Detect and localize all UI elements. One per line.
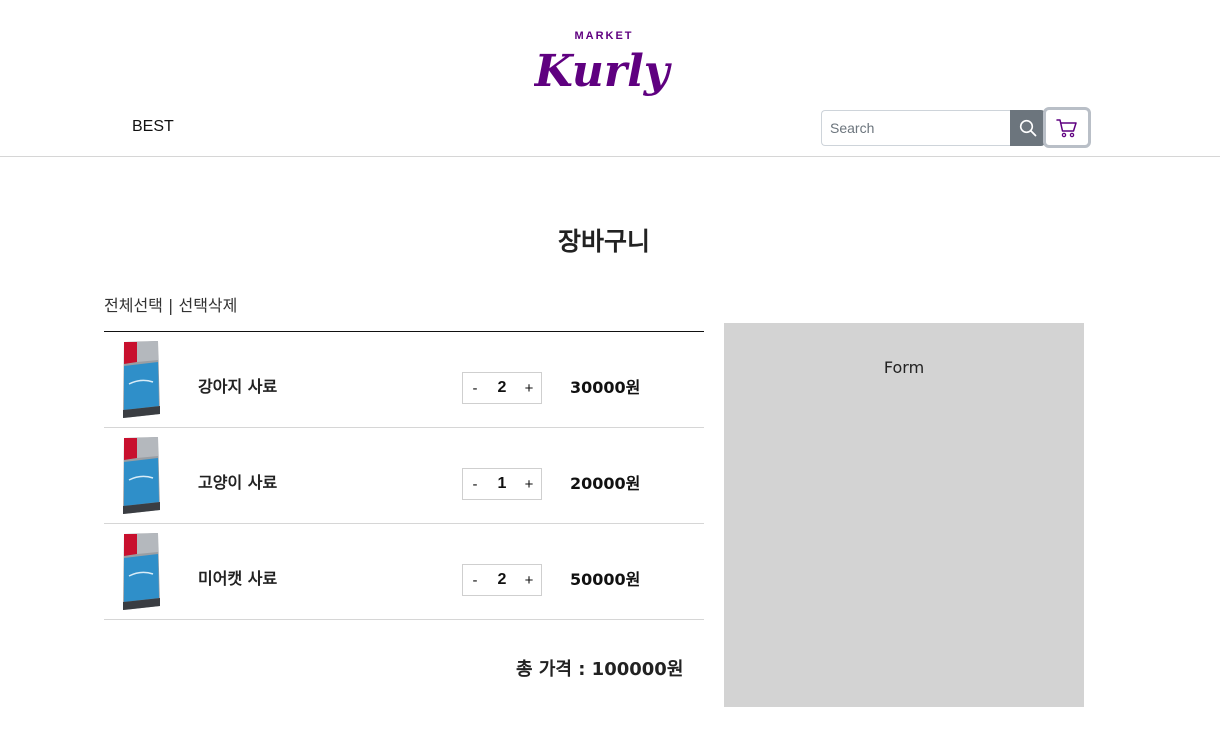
increase-quantity-button[interactable]: + xyxy=(517,469,541,499)
page-title: 장바구니 xyxy=(557,227,650,256)
delete-selected-button[interactable]: 선택삭제 xyxy=(178,296,237,315)
quantity-stepper: - 2 + xyxy=(462,372,542,404)
quantity-value: 2 xyxy=(497,571,507,588)
product-image xyxy=(121,436,161,516)
select-all-button[interactable]: 전체선택 xyxy=(104,296,163,315)
search-input[interactable] xyxy=(821,110,1010,146)
quantity-stepper: - 1 + xyxy=(462,468,542,500)
increase-quantity-button[interactable]: + xyxy=(517,373,541,403)
cart-button[interactable] xyxy=(1043,107,1091,148)
nav-best-link[interactable]: BEST xyxy=(132,118,174,136)
product-image xyxy=(121,340,161,420)
search-bar xyxy=(821,110,1045,146)
quantity-stepper: - 2 + xyxy=(462,564,542,596)
product-price: 50000원 xyxy=(570,570,641,589)
search-icon xyxy=(1019,119,1036,137)
search-button[interactable] xyxy=(1010,110,1045,146)
increase-quantity-button[interactable]: + xyxy=(517,565,541,595)
selection-actions: 전체선택 | 선택삭제 xyxy=(104,292,237,316)
quantity-value: 2 xyxy=(497,379,507,396)
form-label: Form xyxy=(883,358,925,377)
separator: | xyxy=(167,296,174,315)
decrease-quantity-button[interactable]: - xyxy=(463,373,487,403)
product-price: 20000원 xyxy=(570,474,641,493)
site-header: MARKET Kurly BEST xyxy=(0,0,1220,157)
quantity-value: 1 xyxy=(497,475,507,492)
cart-item: 미어캣 사료 - 2 + 50000원 xyxy=(104,524,704,620)
order-form-panel: Form xyxy=(724,323,1084,707)
cart-item-list: 강아지 사료 - 2 + 30000원 고양이 사료 - 1 + 20000원 xyxy=(104,331,704,620)
product-price: 30000원 xyxy=(570,378,641,397)
total-price: 총 가격 : 100000원 xyxy=(516,659,684,680)
svg-text:MARKET: MARKET xyxy=(574,30,633,42)
svg-text:Kurly: Kurly xyxy=(534,46,673,97)
cart-icon xyxy=(1056,118,1077,137)
decrease-quantity-button[interactable]: - xyxy=(463,469,487,499)
cart-item: 고양이 사료 - 1 + 20000원 xyxy=(104,428,704,524)
product-name: 강아지 사료 xyxy=(198,377,278,396)
cart-item: 강아지 사료 - 2 + 30000원 xyxy=(104,332,704,428)
product-name: 고양이 사료 xyxy=(198,473,278,492)
market-kurly-logo[interactable]: MARKET Kurly xyxy=(534,24,674,104)
product-name: 미어캣 사료 xyxy=(198,569,278,588)
product-image xyxy=(121,532,161,612)
decrease-quantity-button[interactable]: - xyxy=(463,565,487,595)
